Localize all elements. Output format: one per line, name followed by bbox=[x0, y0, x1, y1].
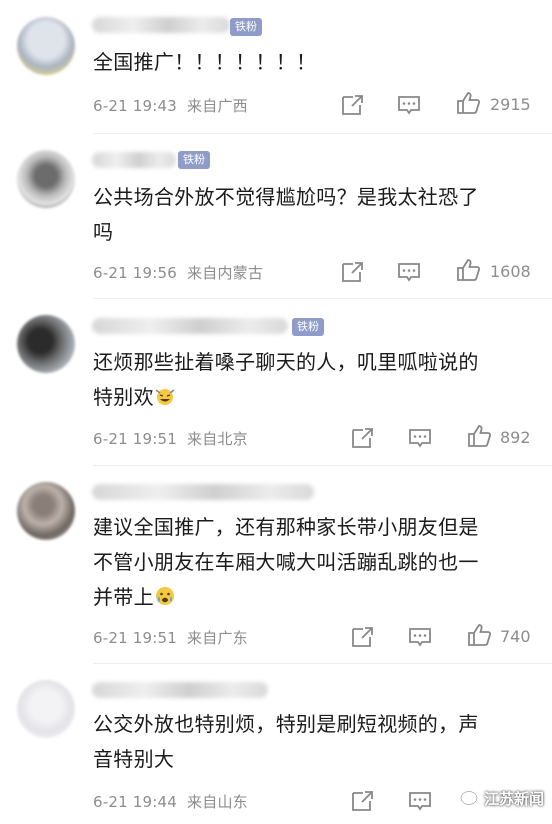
like-icon[interactable] bbox=[466, 424, 492, 448]
like-icon[interactable] bbox=[466, 623, 492, 647]
comment-icon[interactable] bbox=[407, 789, 433, 813]
share-icon[interactable] bbox=[350, 789, 376, 813]
comment-date: 6-21 19:56 bbox=[93, 264, 178, 282]
username[interactable] bbox=[92, 152, 176, 168]
fan-badge: 铁粉 bbox=[292, 318, 324, 336]
comment-meta: 6-21 19:51 来自广东 bbox=[93, 627, 248, 648]
comment-location: 来自广东 bbox=[187, 629, 248, 647]
comment-meta: 6-21 19:56 来自内蒙古 bbox=[93, 262, 263, 283]
username[interactable] bbox=[92, 17, 230, 33]
like-count: 740 bbox=[500, 627, 531, 646]
like-count: 2915 bbox=[490, 95, 531, 114]
comment-date: 6-21 19:51 bbox=[93, 629, 178, 647]
comment-location: 来自内蒙古 bbox=[187, 264, 264, 282]
comment-date: 6-21 19:43 bbox=[93, 97, 178, 115]
share-icon[interactable] bbox=[340, 260, 366, 284]
share-icon[interactable] bbox=[340, 93, 366, 117]
avatar[interactable] bbox=[17, 150, 75, 208]
comment-meta: 6-21 19:51 来自北京 bbox=[93, 428, 248, 449]
divider bbox=[93, 465, 552, 466]
username[interactable] bbox=[92, 318, 288, 334]
avatar[interactable] bbox=[17, 482, 75, 540]
comment-icon[interactable] bbox=[407, 625, 433, 649]
comment-meta: 6-21 19:43 来自广西 bbox=[93, 95, 248, 116]
like-icon[interactable] bbox=[455, 258, 481, 282]
comment-text: 建议全国推广，还有那种家长带小朋友但是 不管小朋友在车厢大喊大叫活蹦乱跳的也一 … bbox=[93, 515, 479, 609]
comment-icon[interactable] bbox=[396, 93, 422, 117]
comment-date: 6-21 19:51 bbox=[93, 430, 178, 448]
share-icon[interactable] bbox=[350, 426, 376, 450]
comment-meta: 6-21 19:44 来自山东 bbox=[93, 791, 248, 812]
avatar[interactable] bbox=[17, 680, 75, 738]
divider bbox=[93, 133, 552, 134]
fan-badge: 铁粉 bbox=[230, 18, 262, 36]
comment-text: 还烦那些扯着嗓子聊天的人，叽里呱啦说的 特别欢 bbox=[93, 350, 479, 409]
username[interactable] bbox=[92, 682, 268, 698]
comment-icon[interactable] bbox=[407, 426, 433, 450]
comment-text: 全国推广！！！！！！！ bbox=[93, 50, 317, 74]
avatar[interactable] bbox=[17, 315, 75, 373]
like-count: 1608 bbox=[490, 262, 531, 281]
comment-location: 来自广西 bbox=[187, 97, 248, 115]
laughing-emoji-icon bbox=[155, 389, 175, 405]
crying-emoji-icon bbox=[155, 587, 174, 605]
comment-location: 来自山东 bbox=[187, 793, 248, 811]
divider bbox=[93, 663, 552, 664]
like-icon[interactable] bbox=[455, 91, 481, 115]
comment-text: 公共场合外放不觉得尴尬吗？是我太社恐了 吗 bbox=[93, 185, 479, 244]
watermark: 江苏新闻 bbox=[484, 790, 545, 808]
fan-badge: 铁粉 bbox=[178, 151, 210, 169]
avatar[interactable] bbox=[17, 17, 75, 75]
wechat-icon bbox=[460, 790, 478, 806]
divider bbox=[93, 298, 552, 299]
comment-text: 公交外放也特别烦，特别是刷短视频的，声 音特别大 bbox=[93, 712, 479, 771]
like-count: 892 bbox=[500, 428, 531, 447]
comment-icon[interactable] bbox=[396, 260, 422, 284]
comment-location: 来自北京 bbox=[187, 430, 248, 448]
comment-date: 6-21 19:44 bbox=[93, 793, 178, 811]
username[interactable] bbox=[92, 484, 314, 500]
share-icon[interactable] bbox=[350, 625, 376, 649]
